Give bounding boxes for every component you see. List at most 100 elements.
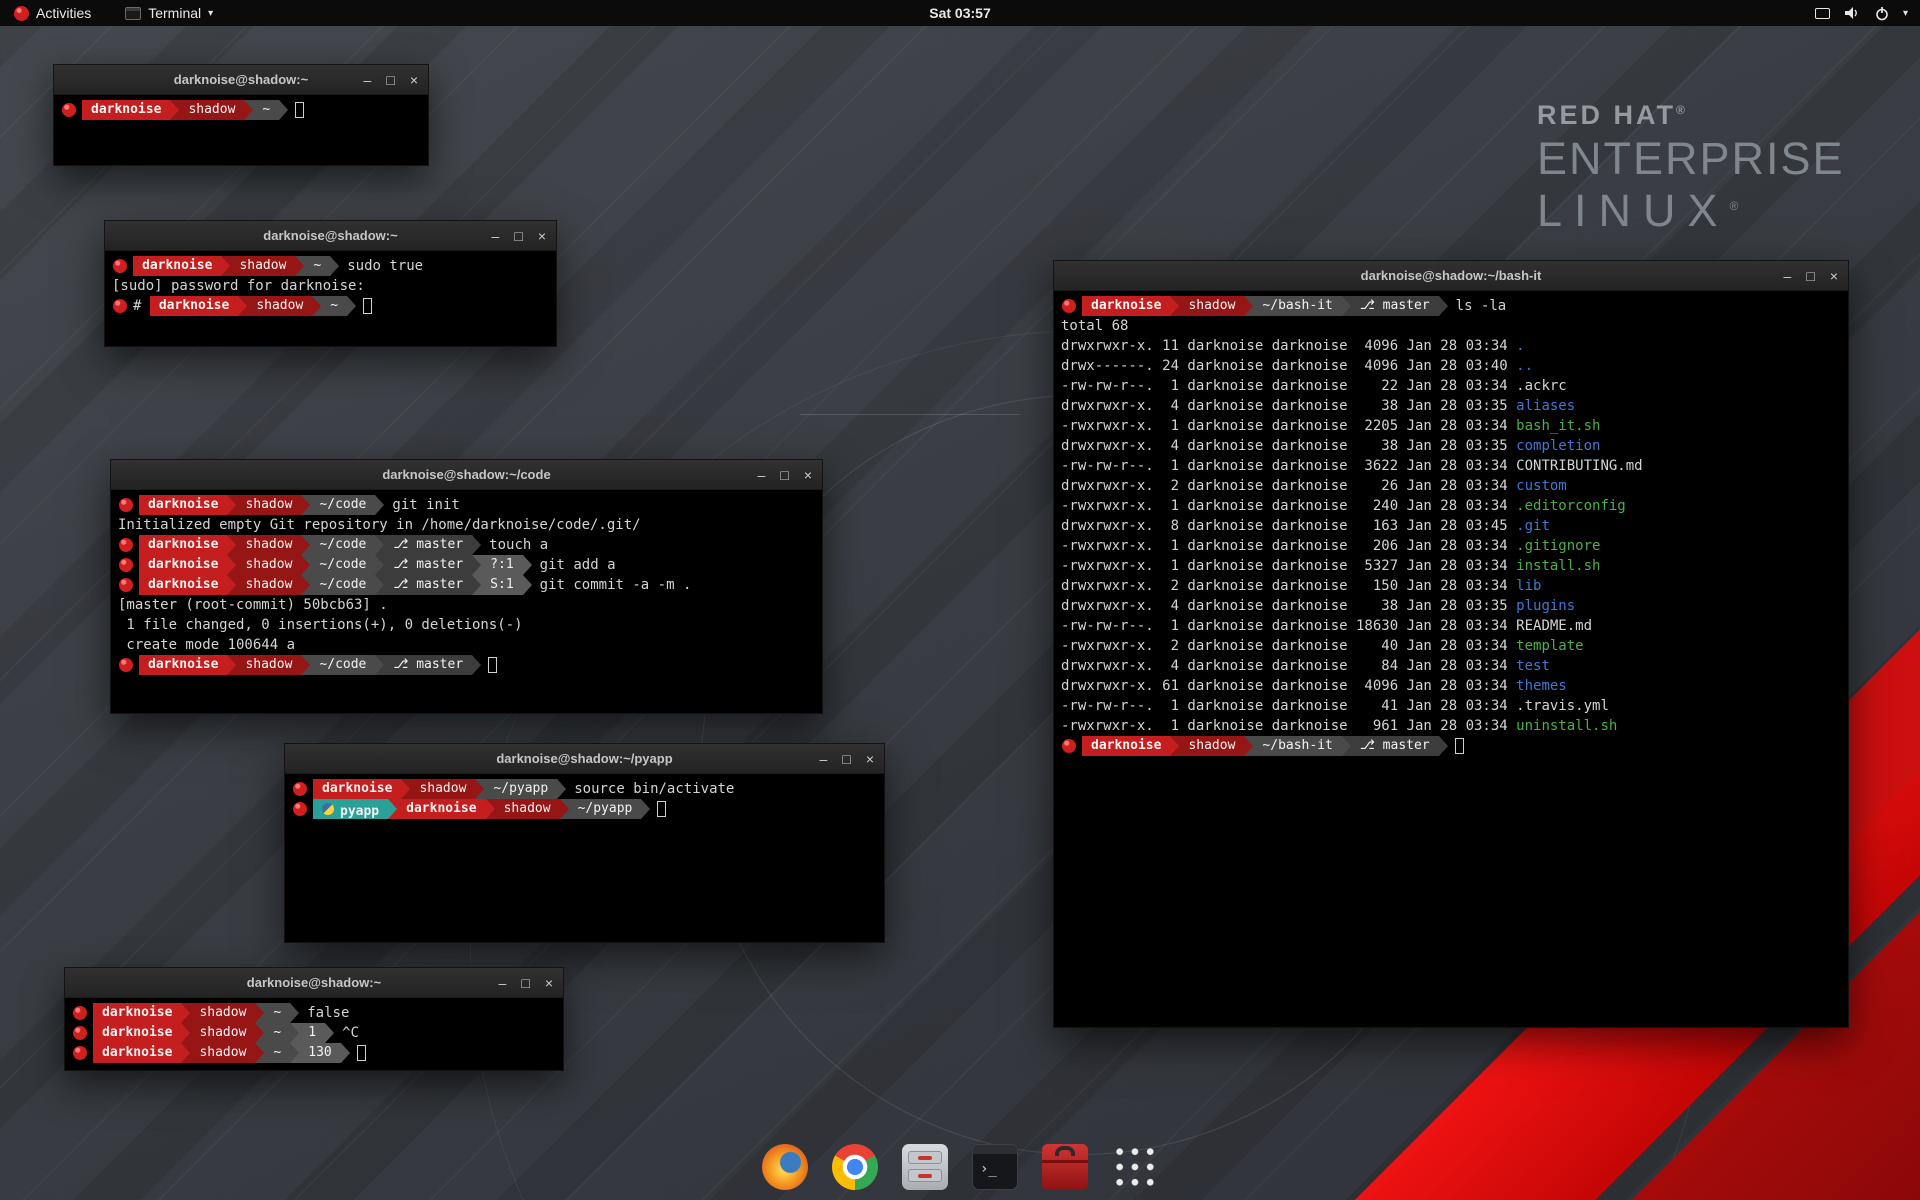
minimize-button[interactable]: –	[820, 752, 828, 766]
terminal-line: -rw-rw-r--. 1 darknoise darknoise 3622 J…	[1061, 456, 1841, 476]
close-button[interactable]: ×	[545, 976, 553, 990]
prompt-segment: shadow	[190, 1043, 255, 1063]
window-title: darknoise@shadow:~	[263, 228, 397, 243]
python-icon	[322, 803, 334, 815]
ls-meta: drwxrwxr-x. 4 darknoise darknoise 38 Jan…	[1061, 438, 1516, 454]
prompt-segment: ~/code	[310, 655, 375, 675]
brand-line-linux: LINUX®	[1537, 185, 1845, 237]
volume-icon[interactable]	[1844, 6, 1861, 20]
ls-filename: .gitignore	[1516, 538, 1600, 554]
terminal-window-4: darknoise@shadow:~/pyapp–□×darknoiseshad…	[284, 743, 885, 943]
close-button[interactable]: ×	[804, 468, 812, 482]
toolbox-lid-detail	[1042, 1160, 1088, 1163]
activities-button[interactable]: Activities	[10, 0, 95, 26]
powerline-arrow-icon	[1342, 736, 1351, 756]
ls-filename: ..	[1516, 358, 1533, 374]
ls-filename: test	[1516, 658, 1550, 674]
maximize-button[interactable]: □	[1806, 269, 1814, 283]
window-titlebar[interactable]: darknoise@shadow:~/pyapp–□×	[285, 744, 884, 774]
files-icon[interactable]	[902, 1144, 948, 1190]
powerline-arrow-icon	[1244, 736, 1253, 756]
terminal-line: -rwxrwxr-x. 2 darknoise darknoise 40 Jan…	[1061, 636, 1841, 656]
redhat-prompt-icon	[293, 802, 307, 816]
minimize-button[interactable]: –	[1784, 269, 1792, 283]
terminal-content[interactable]: darknoiseshadow~/codegit initInitialized…	[111, 490, 822, 680]
ls-filename: CONTRIBUTING.md	[1516, 458, 1642, 474]
powerline-arrow-icon	[375, 555, 384, 575]
maximize-button[interactable]: □	[386, 73, 394, 87]
terminal-content[interactable]: darknoiseshadow~/bash-it⎇ masterls -lato…	[1054, 291, 1848, 761]
maximize-button[interactable]: □	[514, 229, 522, 243]
power-icon[interactable]	[1875, 6, 1889, 21]
prompt-segment: ~/code	[310, 555, 375, 575]
prompt-segment: shadow	[190, 1003, 255, 1023]
app-menu-terminal[interactable]: Terminal ▾	[121, 0, 217, 26]
terminal-content[interactable]: darknoiseshadow~sudo true[sudo] password…	[105, 251, 556, 321]
firefox-icon[interactable]	[762, 1144, 808, 1190]
close-button[interactable]: ×	[410, 73, 418, 87]
powerline-arrow-icon	[347, 296, 356, 316]
powerline-arrow-icon	[295, 256, 304, 276]
minimize-button[interactable]: –	[492, 229, 500, 243]
app-menu-label: Terminal	[148, 5, 201, 21]
minimize-button[interactable]: –	[758, 468, 766, 482]
powerline-arrow-icon	[301, 655, 310, 675]
close-button[interactable]: ×	[866, 752, 874, 766]
redhat-prompt-icon	[73, 1006, 87, 1020]
toolbox-icon[interactable]	[1042, 1144, 1088, 1190]
terminal-titlebar-detail	[973, 1145, 1017, 1154]
ls-meta: drwx------. 24 darknoise darknoise 4096 …	[1061, 358, 1516, 374]
terminal-content[interactable]: darknoiseshadow~/pyappsource bin/activat…	[285, 774, 884, 824]
redhat-prompt-icon	[293, 782, 307, 796]
window-titlebar[interactable]: darknoise@shadow:~/code–□×	[111, 460, 822, 490]
powerline-arrow-icon	[341, 1043, 350, 1063]
prompt-segment: darknoise	[139, 495, 227, 515]
close-button[interactable]: ×	[1830, 269, 1838, 283]
terminal-line: total 68	[1061, 316, 1841, 336]
ls-filename: themes	[1516, 678, 1567, 694]
powerline-arrow-icon	[475, 779, 484, 799]
prompt-segment: shadow	[236, 555, 301, 575]
redhat-prompt-icon	[1062, 739, 1076, 753]
minimize-button[interactable]: –	[364, 73, 372, 87]
output-text: [master (root-commit) 50bcb63] .	[118, 597, 388, 613]
command-text: git commit -a -m .	[540, 577, 692, 593]
terminal-content[interactable]: darknoiseshadow~	[54, 95, 428, 125]
app-grid-icon[interactable]	[1112, 1144, 1158, 1190]
prompt-segment: ⎇ master	[384, 655, 472, 675]
terminal-line: darknoiseshadow~/bash-it⎇ master	[1061, 736, 1841, 756]
window-titlebar[interactable]: darknoise@shadow:~–□×	[65, 968, 563, 998]
chrome-icon[interactable]	[832, 1144, 878, 1190]
terminal-content[interactable]: darknoiseshadow~falsedarknoiseshadow~1^C…	[65, 998, 563, 1068]
prompt-segment: 1	[299, 1023, 325, 1043]
terminal-line: drwxrwxr-x. 4 darknoise darknoise 84 Jan…	[1061, 656, 1841, 676]
window-titlebar[interactable]: darknoise@shadow:~/bash-it –□ ×	[1054, 261, 1848, 291]
ls-filename: .editorconfig	[1516, 498, 1626, 514]
terminal-line: darknoiseshadow~/code⎇ mastertouch a	[118, 535, 815, 555]
maximize-button[interactable]: □	[780, 468, 788, 482]
redhat-prompt-icon	[73, 1026, 87, 1040]
brand-line-redhat: RED HAT®	[1537, 100, 1845, 131]
clock[interactable]: Sat 03:57	[929, 5, 990, 21]
prompt-segment: shadow	[495, 799, 560, 819]
minimize-button[interactable]: –	[499, 976, 507, 990]
window-title: darknoise@shadow:~/bash-it	[1361, 268, 1542, 283]
terminal-line: darknoiseshadow~/code⎇ master?:1git add …	[118, 555, 815, 575]
window-titlebar[interactable]: darknoise@shadow:~ –□ ×	[105, 221, 556, 251]
redhat-prompt-icon	[113, 259, 127, 273]
redhat-prompt-icon	[119, 578, 133, 592]
terminal-icon[interactable]: ›_	[972, 1144, 1018, 1190]
prompt-segment: ?:1	[481, 555, 522, 575]
prompt-segment: ~/code	[310, 535, 375, 555]
close-button[interactable]: ×	[538, 229, 546, 243]
maximize-button[interactable]: □	[521, 976, 529, 990]
terminal-line: darknoiseshadow~sudo true	[112, 256, 549, 276]
window-titlebar[interactable]: darknoise@shadow:~–□×	[54, 65, 428, 95]
system-menu-caret-icon[interactable]: ▾	[1903, 8, 1908, 19]
ls-filename: .git	[1516, 518, 1550, 534]
prompt-segment: ~	[253, 100, 279, 120]
maximize-button[interactable]: □	[842, 752, 850, 766]
display-icon[interactable]	[1815, 8, 1830, 19]
prompt-segment: shadow	[179, 100, 244, 120]
powerline-arrow-icon	[227, 655, 236, 675]
